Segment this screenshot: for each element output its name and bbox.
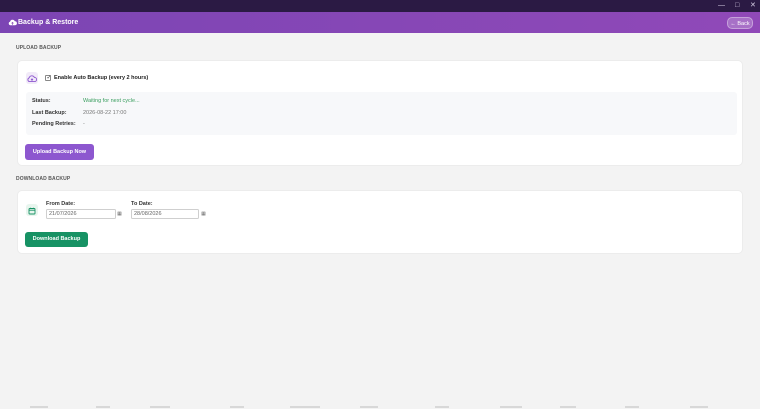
upload-backup-card: ✓ Enable Auto Backup (every 2 hours) Sta… [17,60,743,166]
status-label: Status: [32,98,51,104]
download-section-title: DOWNLOAD BACKUP [16,176,71,182]
from-date-input[interactable]: 21/07/2026 [46,209,116,219]
download-backup-button[interactable]: Download Backup [25,232,88,247]
maximize-button[interactable]: □ [735,1,739,11]
taskbar-segment [150,406,170,408]
pending-retries-value: - [83,121,85,127]
download-icon-badge [26,204,38,216]
calendar-icon [28,207,36,215]
from-date-picker-icon[interactable]: ▦ [115,209,124,219]
backup-status-panel: Status: Waiting for next cycle... Last B… [26,92,737,135]
last-backup-value: 2026-08-22 17:00 [83,110,127,116]
status-value: Waiting for next cycle... [83,98,140,104]
bottom-edge [0,405,760,409]
last-backup-label: Last Backup: [32,110,67,116]
close-button[interactable]: ✕ [750,1,756,11]
cloud-upload-icon [8,19,17,26]
auto-backup-checkbox[interactable]: ✓ [45,75,52,81]
taskbar-segment [500,406,522,408]
upload-backup-button[interactable]: Upload Backup Now [25,144,94,160]
pending-retries-label: Pending Retries: [32,121,76,127]
check-icon: ✓ [46,75,52,81]
taskbar-segment [435,406,449,408]
taskbar-segment [230,406,244,408]
cloud-upload-icon [27,75,38,83]
to-date-input[interactable]: 28/08/2026 [131,209,199,219]
app-header: Backup & Restore ← Back [0,12,760,33]
taskbar-segment [290,406,320,408]
auto-backup-label[interactable]: Enable Auto Backup (every 2 hours) [54,75,148,82]
taskbar-segment [96,406,110,408]
minimize-button[interactable]: — [718,1,725,11]
taskbar-segment [625,406,639,408]
upload-icon-badge [26,72,38,84]
back-button[interactable]: ← Back [727,17,753,29]
taskbar-segment [30,406,48,408]
from-date-label: From Date: [46,201,76,207]
window-titlebar: — □ ✕ [0,0,760,12]
to-date-label: To Date: [131,201,153,207]
page-title: Backup & Restore [18,19,79,26]
taskbar-segment [560,406,576,408]
taskbar-segment [690,406,708,408]
upload-section-title: UPLOAD BACKUP [16,45,62,51]
to-date-picker-icon[interactable]: ▦ [199,209,208,219]
download-backup-card: From Date: 21/07/2026 ▦ To Date: 28/08/2… [17,190,743,254]
taskbar-segment [360,406,378,408]
